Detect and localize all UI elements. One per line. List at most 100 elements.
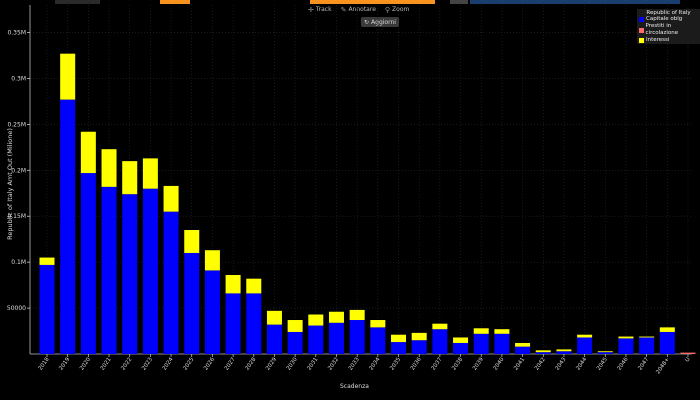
legend-item-capitale[interactable]: Capitale oblg <box>639 16 700 23</box>
legend-label-interessi: Interessi <box>646 37 670 43</box>
bar-interessi <box>60 53 76 100</box>
bar-interessi <box>391 334 407 343</box>
bar-interessi <box>349 309 365 321</box>
bar-capitale <box>163 211 179 354</box>
bar-interessi <box>453 337 469 343</box>
bar-capitale <box>308 325 324 354</box>
legend-item-prestiti[interactable]: Prestiti in circolazione <box>639 23 700 37</box>
bar-interessi <box>639 336 655 338</box>
x-tick-label: 2024 <box>162 356 175 371</box>
bar-capitale <box>39 264 55 354</box>
bar-interessi <box>204 250 220 271</box>
bar-interessi <box>266 310 282 325</box>
x-tick-label: U <box>684 357 691 364</box>
bar-interessi <box>287 320 303 332</box>
x-tick-label: 2028 <box>244 356 257 371</box>
bar-interessi <box>659 327 675 332</box>
bar-interessi <box>515 342 531 347</box>
bar-interessi <box>225 275 241 294</box>
bar-capitale <box>453 342 469 354</box>
x-tick-label: 2019 <box>58 356 71 371</box>
x-tick-label: 2034 <box>369 356 382 371</box>
x-tick-label: 2043 <box>555 356 568 371</box>
x-tick-label: 2035 <box>389 356 402 371</box>
bar-capitale <box>370 327 386 354</box>
legend[interactable]: Republic of Italy Capitale oblg Prestiti… <box>637 9 700 44</box>
x-tick-label: 2032 <box>327 357 340 372</box>
bar-interessi <box>577 334 593 338</box>
x-tick-label: 2040 <box>493 356 506 371</box>
bar-interessi <box>122 161 138 195</box>
x-tick-label: 2041 <box>513 357 526 372</box>
y-tick-label: 50000 <box>7 305 26 312</box>
bar-capitale <box>391 342 407 354</box>
bar-capitale <box>515 346 531 354</box>
legend-label-capitale: Capitale oblg <box>646 16 683 22</box>
x-tick-label: 2042 <box>534 357 547 372</box>
x-tick-label: 2045 <box>596 356 609 371</box>
bar-capitale <box>122 194 138 354</box>
bar-capitale <box>225 293 241 354</box>
bar-interessi <box>328 311 344 323</box>
x-tick-label: 2030 <box>286 356 299 371</box>
legend-label-prestiti: Prestiti in circolazione <box>645 23 679 36</box>
x-tick-label: 2018 <box>38 356 51 371</box>
bar-capitale <box>101 186 117 354</box>
y-tick-label: 0.25M <box>7 121 26 128</box>
x-tick-label: 2029 <box>265 356 278 371</box>
bar-capitale <box>494 333 510 354</box>
bar-interessi <box>411 332 427 341</box>
bar-capitale <box>577 337 593 354</box>
bar-capitale <box>184 252 200 354</box>
bar-capitale <box>535 352 551 354</box>
y-tick-label: 0.1M <box>11 259 26 266</box>
bar-capitale <box>432 329 448 354</box>
y-tick-label: 0.15M <box>7 213 26 220</box>
bar-interessi <box>494 329 510 334</box>
bar-capitale <box>246 293 262 354</box>
bar-capitale <box>328 322 344 354</box>
legend-item-interessi[interactable]: Interessi <box>639 37 700 44</box>
bar-interessi <box>618 336 634 339</box>
x-tick-label: 2025 <box>182 356 195 371</box>
bar-capitale <box>639 337 655 354</box>
bar-interessi <box>432 323 448 330</box>
bar-capitale <box>411 340 427 354</box>
x-tick-label: 2031 <box>306 357 319 372</box>
bar-interessi <box>308 314 324 326</box>
bar-capitale <box>659 331 675 354</box>
bar-capitale <box>473 333 489 354</box>
bar-capitale <box>266 324 282 354</box>
x-tick-label: 2037 <box>431 356 444 371</box>
bar-capitale <box>204 270 220 354</box>
bar-interessi <box>80 131 96 174</box>
legend-swatch-interessi <box>639 38 644 43</box>
y-tick-label: 0.2M <box>11 167 26 174</box>
bar-interessi <box>473 328 489 334</box>
x-tick-label: 2038 <box>451 356 464 371</box>
legend-swatch-prestiti <box>639 27 644 33</box>
bar-interessi <box>535 350 551 353</box>
bar-capitale <box>80 173 96 354</box>
bar-capitale <box>60 99 76 354</box>
bar-capitale <box>618 338 634 354</box>
bar-prestiti <box>680 352 696 354</box>
x-tick-label: 2047 <box>637 356 650 371</box>
x-tick-label: 2021 <box>100 357 113 372</box>
x-tick-label: 2048+ <box>655 356 671 375</box>
bar-capitale <box>597 352 613 354</box>
bar-capitale <box>142 188 158 354</box>
x-tick-label: 2026 <box>203 356 216 371</box>
x-tick-label: 2046 <box>617 356 630 371</box>
bar-interessi <box>184 230 200 253</box>
bar-interessi <box>142 158 158 189</box>
bar-interessi <box>39 257 55 265</box>
bar-interessi <box>370 320 386 328</box>
x-tick-label: 2039 <box>472 356 485 371</box>
bar-interessi <box>246 278 262 294</box>
y-tick-label: 0.35M <box>7 30 26 37</box>
y-tick-label: 0.3M <box>11 75 26 82</box>
bar-interessi <box>101 149 117 187</box>
x-tick-label: 2023 <box>141 356 154 371</box>
bar-capitale <box>287 331 303 354</box>
